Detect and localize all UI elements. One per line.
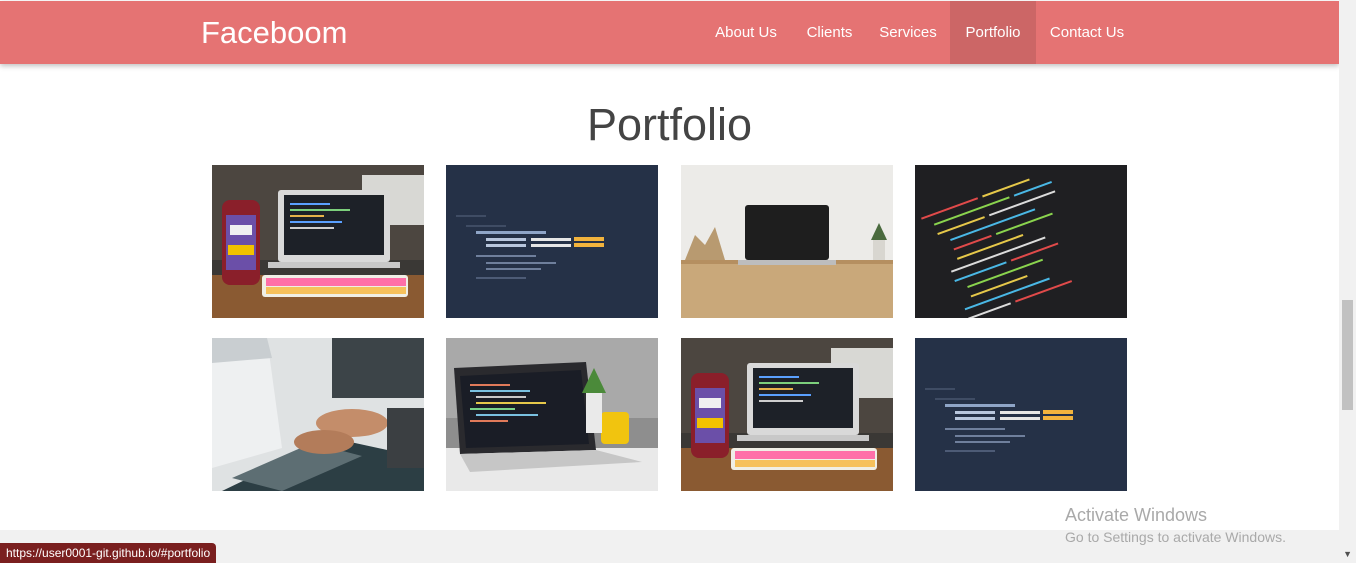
status-bar-url: https://user0001-git.github.io/#portfoli… <box>0 543 217 563</box>
watermark-title: Activate Windows <box>1065 505 1208 525</box>
laptop-desk-image <box>212 165 424 318</box>
nav-about-us[interactable]: About Us <box>701 1 791 64</box>
portfolio-item[interactable] <box>212 338 424 491</box>
portfolio-title: Portfolio <box>586 99 753 150</box>
code-screen-image <box>446 165 658 318</box>
vertical-scrollbar[interactable]: ▼ <box>1339 0 1356 563</box>
laptop-desk-image <box>681 338 893 491</box>
portfolio-item[interactable] <box>915 338 1127 491</box>
scrollbar-thumb[interactable] <box>1342 300 1353 410</box>
nav-contact-us[interactable]: Contact Us <box>1037 1 1137 64</box>
nav-portfolio[interactable]: Portfolio <box>950 1 1036 64</box>
windows-activation-watermark: Activate Windows Go to Settings to activ… <box>1065 505 1286 549</box>
portfolio-item[interactable] <box>446 338 658 491</box>
code-editor-image <box>915 165 1127 318</box>
scroll-down-arrow-icon[interactable]: ▼ <box>1343 550 1352 559</box>
laptop-wooden-table-image <box>681 165 893 318</box>
portfolio-item[interactable] <box>446 165 658 318</box>
code-screen-image <box>915 338 1127 491</box>
portfolio-item[interactable] <box>212 165 424 318</box>
navbar: Faceboom About Us Clients Services Portf… <box>0 1 1339 64</box>
portfolio-item[interactable] <box>681 338 893 491</box>
watermark-subtitle: Go to Settings to activate Windows. <box>1065 529 1286 545</box>
portfolio-item[interactable] <box>915 165 1127 318</box>
laptop-plant-mug-image <box>446 338 658 491</box>
portfolio-item[interactable] <box>681 165 893 318</box>
typing-hands-image <box>212 338 424 491</box>
nav-services[interactable]: Services <box>867 1 949 64</box>
brand-logo[interactable]: Faceboom <box>201 15 347 51</box>
nav-clients[interactable]: Clients <box>793 1 866 64</box>
